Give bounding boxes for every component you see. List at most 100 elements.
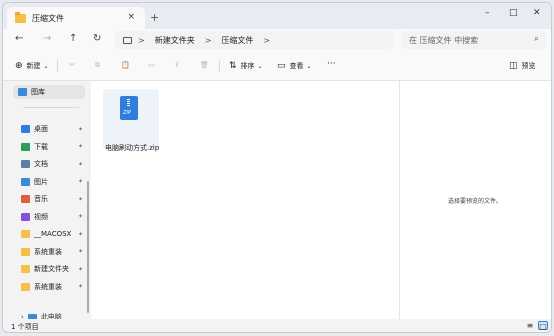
sidebar-item-icon — [21, 142, 30, 151]
view-icon: ▭ — [277, 61, 286, 71]
new-button[interactable]: ⊕ 新建 ⌄ — [15, 61, 49, 71]
preview-label: 预览 — [521, 62, 536, 70]
search-placeholder: 在 压缩文件 中搜索 — [409, 35, 479, 45]
sidebar-item-label: 新建文件夹 — [34, 265, 69, 273]
address-bar[interactable]: > 新建文件夹 > 压缩文件 > — [115, 31, 393, 49]
sidebar-item-label: 音乐 — [34, 195, 48, 203]
sidebar-item[interactable]: 系统重装 ✦ — [21, 280, 83, 294]
view-button[interactable]: ▭ 查看 ⌄ — [277, 61, 312, 71]
sidebar-item-icon — [21, 282, 30, 291]
sidebar-item-label: 桌面 — [34, 125, 48, 133]
status-bar: 1 个项目 ≡ □ — [3, 319, 551, 332]
file-list-view: ZIP 电脑刷动方式.zip — [91, 81, 399, 319]
sidebar-item-icon — [21, 160, 30, 168]
sort-icon: ⇅ — [229, 61, 237, 71]
forward-button[interactable]: → — [43, 33, 51, 44]
sidebar-scrollbar[interactable] — [87, 181, 89, 313]
file-item-zip[interactable]: ZIP — [103, 89, 159, 149]
sort-button[interactable]: ⇅ 排序 ⌄ — [229, 61, 263, 71]
pin-icon: ✦ — [77, 283, 83, 290]
sidebar-item-label: 图库 — [31, 88, 45, 96]
sidebar-item[interactable]: 图片 ✦ — [21, 175, 83, 189]
breadcrumb-chevron: > — [204, 35, 212, 45]
delete-icon[interactable]: 🗑 — [200, 61, 209, 69]
preview-pane-button[interactable]: ◫ 预览 — [509, 61, 536, 71]
sidebar-item[interactable]: 下载 ✦ — [21, 140, 83, 154]
plus-circle-icon: ⊕ — [15, 61, 23, 71]
search-input[interactable]: 在 压缩文件 中搜索 ⌕ — [401, 31, 547, 49]
details-view-button[interactable]: ≡ — [525, 321, 535, 330]
sidebar-item[interactable]: __MACOSX ✦ — [21, 227, 83, 241]
sidebar-divider — [23, 107, 79, 108]
item-count: 1 个项目 — [11, 323, 39, 331]
sidebar-item-gallery[interactable]: 图库 — [13, 85, 85, 99]
command-bar: ⊕ 新建 ⌄ ✂ ⧉ 📋 ▭ ⇪ 🗑 ⇅ 排序 ⌄ ▭ 查看 ⌄ ··· ◫ 预… — [3, 51, 551, 81]
breadcrumb-item-current[interactable]: 压缩文件 — [221, 35, 253, 46]
file-explorer-window: 压缩文件 × + – □ ✕ ← → ↑ ↻ > 新建文件夹 > 压缩文件 > … — [2, 2, 552, 333]
this-pc-icon — [123, 36, 132, 44]
paste-icon[interactable]: 📋 — [121, 61, 130, 69]
pin-icon: ✦ — [77, 213, 83, 220]
up-button[interactable]: ↑ — [69, 33, 77, 44]
sidebar-item-icon — [21, 195, 30, 203]
sidebar-item-icon — [21, 212, 30, 221]
sidebar-item[interactable]: 桌面 ✦ — [21, 122, 83, 136]
search-icon: ⌕ — [533, 34, 539, 44]
more-options-button[interactable]: ··· — [327, 59, 336, 69]
new-tab-button[interactable]: + — [150, 11, 159, 24]
sidebar-item[interactable]: 文档 ✦ — [21, 157, 83, 171]
preview-pane-icon: ◫ — [509, 61, 518, 71]
gallery-icon — [18, 88, 27, 96]
view-label: 查看 — [289, 62, 304, 70]
zip-file-icon: ZIP — [120, 96, 138, 120]
pin-icon: ✦ — [77, 230, 83, 238]
sidebar-item-label: __MACOSX — [34, 230, 72, 238]
rename-icon[interactable]: ▭ — [148, 61, 155, 69]
tab-active[interactable]: 压缩文件 × — [7, 7, 145, 29]
sidebar-item-label: 系统重装 — [34, 282, 62, 291]
sidebar-item-icon — [21, 230, 30, 238]
navigation-bar: ← → ↑ ↻ > 新建文件夹 > 压缩文件 > 在 压缩文件 中搜索 ⌕ — [3, 29, 551, 51]
sort-label: 排序 — [240, 62, 255, 70]
sidebar-item[interactable]: 视频 ✦ — [21, 210, 83, 224]
title-bar: 压缩文件 × + – □ ✕ — [3, 3, 551, 29]
chevron-down-icon: ⌄ — [306, 62, 312, 70]
close-window-button[interactable]: ✕ — [533, 8, 541, 18]
tab-close-icon[interactable]: × — [127, 12, 135, 22]
sidebar-item-icon — [21, 247, 30, 256]
chevron-down-icon: ⌄ — [43, 62, 49, 70]
sidebar-item-label: 视频 — [34, 212, 48, 221]
sidebar-item-label: 下载 — [34, 142, 48, 151]
refresh-button[interactable]: ↻ — [93, 33, 101, 44]
new-label: 新建 — [26, 62, 41, 70]
tab-title: 压缩文件 — [32, 13, 64, 23]
sidebar-item-icon — [21, 125, 30, 133]
toolbar-divider — [219, 60, 220, 72]
pin-icon: ✦ — [77, 178, 83, 185]
breadcrumb-item-parent[interactable]: 新建文件夹 — [155, 35, 195, 46]
file-name[interactable]: 电脑刷动方式.zip — [105, 143, 159, 153]
pin-icon: ✦ — [77, 160, 83, 168]
sidebar-item-label: 系统重装 — [34, 247, 62, 256]
folder-icon — [15, 11, 26, 23]
pin-icon: ✦ — [77, 125, 83, 133]
preview-pane: 选择要预览的文件。 — [399, 81, 551, 319]
minimize-button[interactable]: – — [485, 8, 490, 18]
cut-icon[interactable]: ✂ — [69, 61, 75, 69]
pin-icon: ✦ — [77, 265, 83, 273]
share-icon[interactable]: ⇪ — [174, 61, 180, 69]
pin-icon: ✦ — [77, 143, 83, 150]
sidebar-item-label: 图片 — [34, 177, 48, 186]
sidebar-item[interactable]: 音乐 ✦ — [21, 192, 83, 206]
sidebar-item[interactable]: 系统重装 ✦ — [21, 245, 83, 259]
tiles-view-button[interactable]: □ — [538, 321, 548, 331]
sidebar-item-icon — [21, 177, 30, 186]
preview-empty-message: 选择要预览的文件。 — [448, 198, 503, 205]
navigation-pane: 图库 桌面 ✦ 下载 ✦ 文档 ✦ 图片 ✦ 音乐 ✦ 视频 ✦ __MACOSX ✦ 系统重装 ✦ 新建文件夹… — [3, 81, 89, 321]
copy-icon[interactable]: ⧉ — [95, 61, 100, 70]
sidebar-item[interactable]: 新建文件夹 ✦ — [21, 262, 83, 276]
back-button[interactable]: ← — [15, 33, 23, 44]
toolbar-divider — [57, 60, 58, 72]
zip-badge: ZIP — [123, 110, 131, 116]
maximize-button[interactable]: □ — [509, 8, 518, 18]
